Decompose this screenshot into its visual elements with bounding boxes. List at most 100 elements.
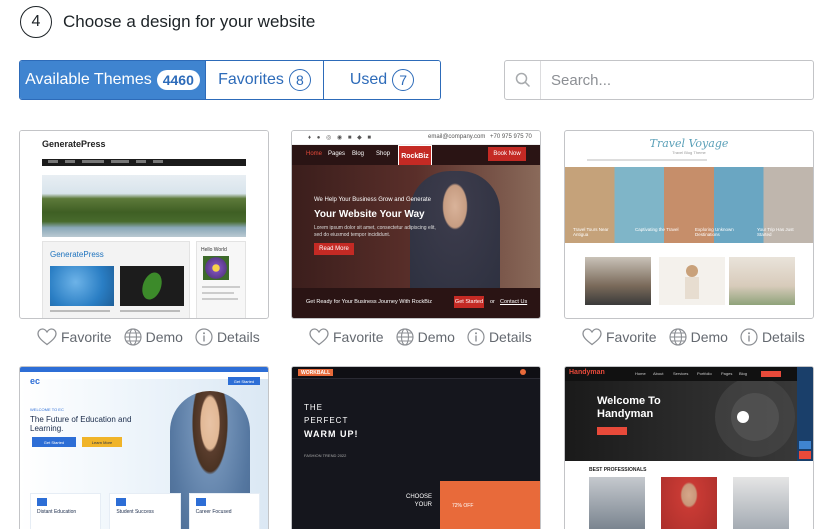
tab-label: Favorites [218, 71, 284, 88]
details-button[interactable]: Details [467, 328, 532, 346]
thumb-sidebar-title: Hello World [201, 247, 227, 253]
favorite-label: Favorite [333, 329, 384, 345]
thumb-brand: WORKBALL [298, 369, 334, 376]
thumb-headline: Handyman [597, 408, 654, 420]
demo-button[interactable]: Demo [395, 328, 455, 346]
demo-button[interactable]: Demo [668, 328, 728, 346]
thumb-footer-link: Contact Us [500, 299, 528, 305]
thumb-caption: Captivating the Travel [635, 227, 679, 232]
thumb-choose: CHOOSE [405, 494, 432, 500]
thumb-nav-item: Pages [328, 151, 346, 157]
heart-icon [582, 328, 602, 346]
favorite-label: Favorite [61, 329, 112, 345]
thumb-secondary-button: Learn More [82, 437, 122, 447]
demo-button[interactable]: Demo [123, 328, 183, 346]
thumb-caption: Exploring Unknown Destinations [695, 227, 734, 237]
thumb-kicker: We Help Your Business Grow and Generate [314, 197, 431, 203]
thumb-footer-button: Get Started [454, 296, 484, 308]
thumb-nav-item: Home [306, 151, 323, 157]
thumb-nav-item: Blog [739, 371, 748, 376]
theme-card-rockbiz[interactable]: ♦ ● ◎ ◉ ■ ◆ ■ email@company.com +70 975 … [291, 130, 541, 319]
thumb-primary-button: Get Started [32, 437, 76, 447]
theme-actions: Favorite Demo Details [309, 326, 544, 348]
thumb-pro-image [661, 477, 717, 529]
thumb-hero-image [42, 175, 246, 237]
thumb-nav-item: Pages [721, 371, 733, 376]
thumb-pro-image [589, 477, 645, 529]
thumb-nav-bar: Handyman Home About Services Portfolio P… [565, 367, 813, 381]
favorite-button[interactable]: Favorite [309, 328, 384, 346]
thumb-small-text: FASHION TREND 2022 [304, 453, 347, 458]
tab-label: Used [349, 71, 388, 88]
thumb-phone: +70 975 975 70 [490, 134, 532, 140]
thumb-brand: Handyman [569, 369, 605, 376]
theme-card-handyman[interactable]: Handyman Home About Services Portfolio P… [564, 366, 814, 529]
thumb-read-more: Read More [314, 243, 354, 255]
thumb-line: PERFECT [304, 416, 349, 425]
thumb-social-icons: ♦ ● ◎ ◉ ■ ◆ ■ [308, 135, 374, 141]
tab-count-badge: 8 [288, 69, 311, 91]
thumb-nav-bar: WORKBALL [292, 367, 540, 379]
search-box [504, 60, 814, 100]
thumb-nav-item: About [653, 371, 664, 376]
details-label: Details [761, 329, 805, 345]
thumb-logo: ec [30, 376, 41, 386]
thumb-feature: Student Success [116, 509, 154, 515]
info-icon [195, 328, 213, 346]
tab-used[interactable]: Used 7 [324, 61, 440, 99]
theme-thumbnail: Travel Voyage Travel Blog Theme Travel T… [565, 131, 813, 318]
thumb-nav-item: Shop [376, 151, 391, 157]
tab-favorites[interactable]: Favorites 8 [206, 61, 324, 99]
thumb-book-now: Book Now [488, 147, 526, 161]
thumb-caption: Travel Tours Near Antigua [573, 227, 609, 237]
thumb-choose: YOUR [414, 502, 432, 508]
thumb-side-strip [797, 367, 813, 461]
thumb-content-title: GeneratePress [50, 250, 104, 259]
theme-thumbnail: WORKBALL THE PERFECT WARM UP! FASHION TR… [292, 367, 540, 529]
theme-card-generatepress[interactable]: GeneratePress GeneratePress Hello World [19, 130, 269, 319]
thumb-offer-block: 72% OFF [440, 481, 540, 529]
thumb-tagline: Travel Blog Theme [672, 150, 706, 155]
tab-label: Available Themes [25, 71, 152, 88]
favorite-button[interactable]: Favorite [582, 328, 657, 346]
thumb-post-image [659, 257, 725, 305]
details-button[interactable]: Details [740, 328, 805, 346]
theme-thumbnail: Handyman Home About Services Portfolio P… [565, 367, 813, 529]
details-button[interactable]: Details [195, 328, 260, 346]
thumb-nav-item: Portfolio [697, 371, 712, 376]
thumb-footer-bar: Get Ready for Your Business Journey With… [292, 288, 540, 318]
demo-label: Demo [690, 329, 728, 345]
thumb-nav-button: Get Started [228, 377, 260, 385]
page-title: Choose a design for your website [63, 11, 316, 31]
favorite-label: Favorite [606, 329, 657, 345]
theme-card-travel-voyage[interactable]: Travel Voyage Travel Blog Theme Travel T… [564, 130, 814, 319]
heart-icon [309, 328, 329, 346]
theme-card-education[interactable]: ec Get Started WELCOME TO EC The Future … [19, 366, 269, 529]
theme-actions: Favorite Demo Details [37, 326, 272, 348]
thumb-footer-or: or [490, 299, 495, 305]
details-label: Details [488, 329, 532, 345]
thumb-water-image [50, 266, 114, 306]
theme-thumbnail: ♦ ● ◎ ◉ ■ ◆ ■ email@company.com +70 975 … [292, 131, 540, 318]
thumb-nav-item: Home [635, 371, 646, 376]
thumb-play-icon [737, 411, 749, 423]
thumb-line: WARM UP! [304, 429, 359, 439]
thumb-topbar: ♦ ● ◎ ◉ ■ ◆ ■ email@company.com +70 975 … [292, 131, 540, 145]
thumb-brand-logo: RockBiz [398, 145, 432, 167]
step-number: 4 [20, 5, 52, 38]
thumb-kicker: WELCOME TO EC [30, 407, 64, 412]
thumb-nav-bar [587, 159, 707, 161]
info-icon [467, 328, 485, 346]
globe-icon [668, 328, 687, 346]
thumb-discount: 72% OFF [452, 503, 474, 509]
thumb-caption: Your Trip Has Just Started [757, 227, 794, 237]
favorite-button[interactable]: Favorite [37, 328, 112, 346]
thumb-flower-image [203, 256, 229, 280]
thumb-nav-item: Blog [352, 151, 365, 157]
search-input[interactable] [541, 61, 813, 99]
thumb-section-title: BEST PROFESSIONALS [589, 467, 647, 473]
tab-available-themes[interactable]: Available Themes 4460 [20, 61, 206, 99]
thumb-pro-image [733, 477, 789, 529]
theme-card-workball[interactable]: WORKBALL THE PERFECT WARM UP! FASHION TR… [291, 366, 541, 529]
thumb-nav-bar: Home Pages Blog Shop RockBiz Book Now [292, 145, 540, 167]
